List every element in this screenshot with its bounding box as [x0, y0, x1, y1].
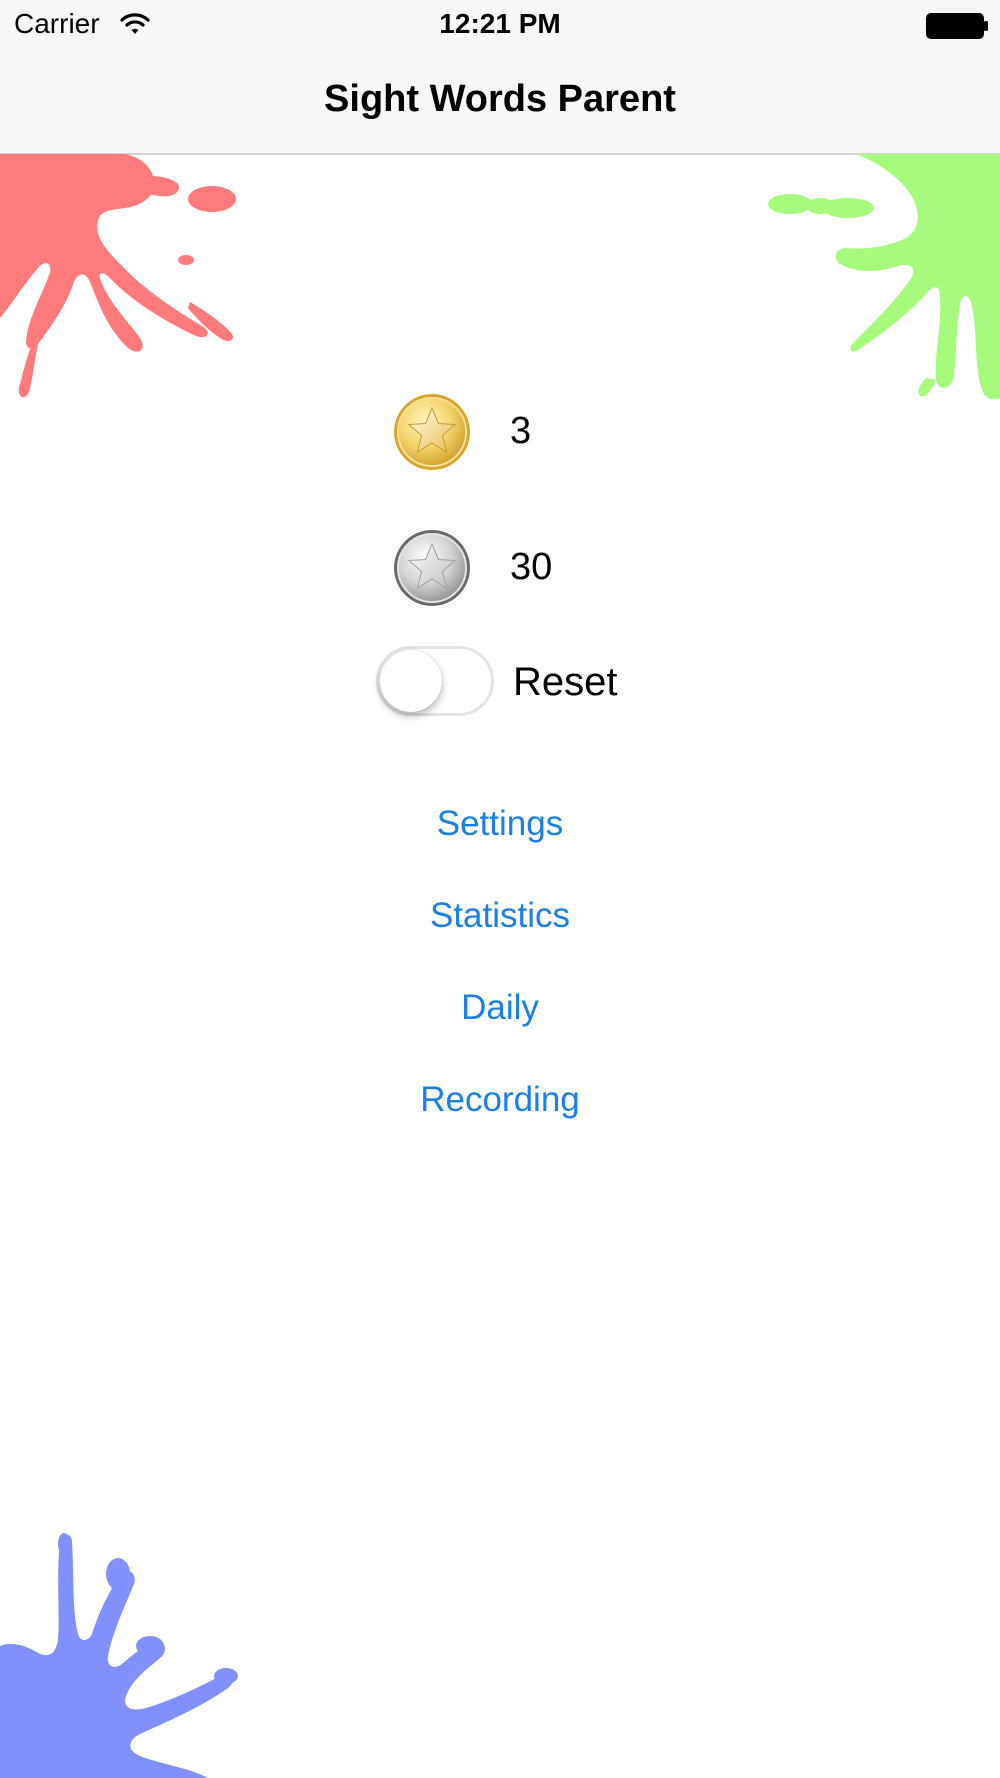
silver-medal-row: 30	[392, 528, 792, 612]
battery-icon	[926, 13, 988, 39]
toggle-knob	[380, 650, 442, 712]
gold-medal-row: 3	[392, 392, 792, 476]
settings-button[interactable]: Settings	[0, 804, 1000, 844]
silver-star-medal-icon	[394, 530, 470, 606]
gold-medal-count: 3	[510, 410, 532, 452]
blue-paint-splat-icon	[0, 1533, 238, 1778]
navigation-bar: Sight Words Parent	[0, 52, 1000, 155]
gold-star-medal-icon	[394, 394, 470, 470]
reset-toggle[interactable]	[376, 646, 494, 716]
green-paint-splat-icon	[768, 154, 1000, 399]
page-title: Sight Words Parent	[324, 78, 676, 120]
daily-button[interactable]: Daily	[0, 988, 1000, 1028]
silver-medal-count: 30	[510, 546, 553, 588]
statistics-button[interactable]: Statistics	[0, 896, 1000, 936]
status-time: 12:21 PM	[439, 8, 561, 39]
reset-label: Reset	[513, 660, 618, 704]
status-bar: Carrier 12:21 PM	[0, 0, 1000, 52]
red-paint-splat-icon	[0, 154, 236, 398]
recording-button[interactable]: Recording	[0, 1080, 1000, 1120]
